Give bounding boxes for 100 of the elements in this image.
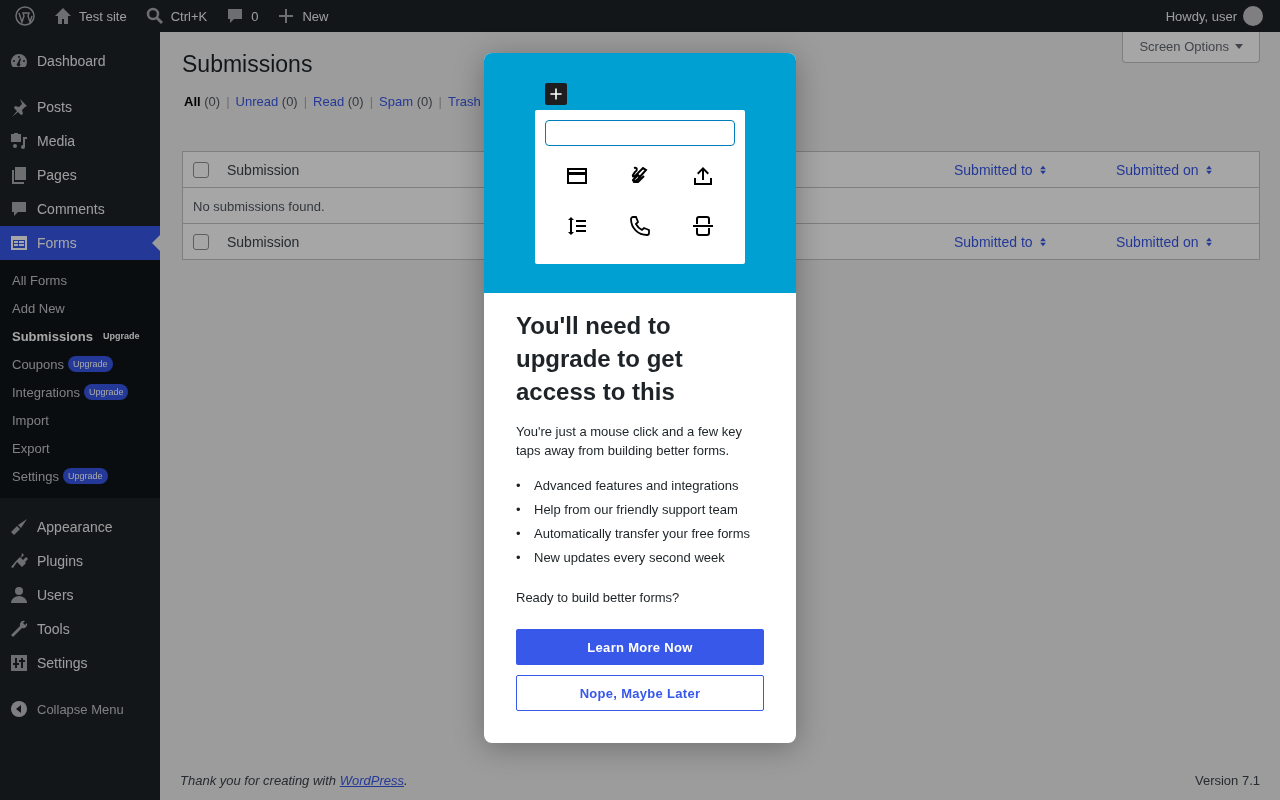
menu-label: Appearance <box>37 519 113 535</box>
submenu-item[interactable]: Settings Upgrade <box>0 462 160 490</box>
menu-item[interactable]: Pages <box>0 158 160 192</box>
submenu-label: All Forms <box>12 272 67 288</box>
menu-item[interactable]: Tools <box>0 612 160 646</box>
upgrade-badge: Upgrade <box>63 468 108 484</box>
menu-item[interactable]: Comments <box>0 192 160 226</box>
menu-item[interactable]: Users <box>0 578 160 612</box>
learn-more-button[interactable]: Learn More Now <box>516 629 764 665</box>
filter-count: (0) <box>347 94 364 109</box>
avatar-icon[interactable] <box>1243 6 1263 26</box>
upgrade-badge: Upgrade <box>83 384 129 400</box>
user-icon <box>9 585 29 605</box>
search-icon <box>144 6 165 26</box>
menu-label: Plugins <box>37 553 83 569</box>
page-title: Submissions <box>182 51 314 78</box>
submenu-label: Settings <box>12 468 59 484</box>
submenu-item[interactable]: Add New <box>0 294 160 322</box>
wordpress-link[interactable]: WordPress <box>339 773 404 788</box>
collapse-icon <box>9 699 29 719</box>
version-text: Version 7.1 <box>1194 773 1260 788</box>
menu-item[interactable]: Appearance <box>0 510 160 544</box>
submenu-item[interactable]: Import <box>0 406 160 434</box>
menu-label: Posts <box>37 99 72 115</box>
paintbrush-icon <box>9 517 29 537</box>
filter-count: (0) <box>204 94 221 109</box>
comment-icon <box>9 199 29 219</box>
upgrade-badge: Upgrade <box>68 356 113 372</box>
submenu-item[interactable]: Coupons Upgrade <box>0 350 160 378</box>
column-heading: Submission <box>227 233 300 250</box>
form-icon <box>9 233 29 253</box>
column-sort-link[interactable]: Submitted on <box>1116 233 1214 250</box>
menu-label: Dashboard <box>37 53 106 69</box>
pages-icon <box>9 165 29 185</box>
wordpress-logo-icon <box>15 6 35 26</box>
menu-item[interactable]: Plugins <box>0 544 160 578</box>
screen-options-button[interactable]: Screen Options <box>1122 32 1260 63</box>
menu-label: Media <box>37 133 76 149</box>
separator: | <box>303 94 308 109</box>
filter-link[interactable]: Read <box>313 94 345 109</box>
menu-item[interactable]: Media <box>0 124 160 158</box>
submenu-label: Integrations <box>12 384 80 400</box>
greeting[interactable]: Howdy, user <box>1165 8 1237 24</box>
dialog-text: You're just a mouse click and a few key taps away from building better forms. <box>516 423 743 460</box>
submenu-item[interactable]: Export <box>0 434 160 462</box>
menu-label: Pages <box>37 167 77 183</box>
feature-item: New updates every second week <box>534 549 725 567</box>
menu-label: Users <box>37 587 74 603</box>
collapse-menu[interactable]: Collapse Menu <box>37 701 124 717</box>
comment-count[interactable]: 0 <box>251 8 259 24</box>
bullet-marker: • <box>516 502 521 517</box>
menu-item[interactable]: Forms <box>0 226 160 260</box>
menu-item[interactable]: Dashboard <box>0 44 160 78</box>
pin-icon <box>9 97 29 117</box>
submenu-item[interactable]: All Forms <box>0 266 160 294</box>
phone-icon <box>628 214 652 238</box>
empty-message: No submissions found. <box>193 198 325 214</box>
menu-label: Settings <box>37 655 88 671</box>
sliders-icon <box>9 653 29 673</box>
home-icon <box>53 6 73 26</box>
menu-item[interactable]: Posts <box>0 90 160 124</box>
menu-item[interactable]: Settings <box>0 646 160 680</box>
filter-link[interactable]: Trash <box>447 94 481 109</box>
menu-label: Comments <box>37 201 105 217</box>
filter-count: (0) <box>281 94 298 109</box>
submenu-label: Export <box>12 440 50 456</box>
filter-link[interactable]: Unread <box>235 94 279 109</box>
feature-item: Help from our friendly support team <box>534 501 738 519</box>
footer-text: Thank you for creating with WordPress. <box>180 773 408 788</box>
feature-item: Advanced features and integrations <box>534 477 739 495</box>
menu-label: Tools <box>37 621 70 637</box>
filter-link[interactable]: Spam <box>379 94 414 109</box>
wrench-icon <box>9 619 29 639</box>
column-sort-link[interactable]: Submitted on <box>1116 161 1214 178</box>
submenu-label: Add New <box>12 300 65 316</box>
bullet-marker: • <box>516 550 521 565</box>
select-all-checkbox[interactable] <box>193 234 209 251</box>
maybe-later-button[interactable]: Nope, Maybe Later <box>516 675 764 711</box>
bullet-marker: • <box>516 478 521 493</box>
submenu-label: Coupons <box>12 356 65 372</box>
site-name[interactable]: Test site <box>79 8 127 24</box>
new-link[interactable]: New <box>302 8 329 24</box>
filter-link[interactable]: All <box>184 94 201 109</box>
captcha-icon <box>691 214 716 238</box>
column-sort-link[interactable]: Submitted to <box>954 161 1048 178</box>
search-shortcut[interactable]: Ctrl+K <box>170 8 208 24</box>
upgrade-label: Upgrade <box>101 330 141 343</box>
submenu-label: Import <box>12 412 49 428</box>
column-heading: Submission <box>227 161 300 178</box>
menu-label: Forms <box>37 235 77 251</box>
feature-item: Automatically transfer your free forms <box>534 525 751 543</box>
submenu-item[interactable]: Integrations Upgrade <box>0 378 160 406</box>
column-sort-link[interactable]: Submitted to <box>954 233 1048 250</box>
dialog-question: Ready to build better forms? <box>516 589 681 607</box>
select-all-checkbox[interactable] <box>193 162 209 179</box>
separator: | <box>438 94 442 109</box>
separator: | <box>226 94 230 109</box>
media-icon <box>9 131 29 151</box>
dialog-heading: You'll need to upgrade to get access to this <box>516 311 684 407</box>
submenu-item[interactable]: Submissions Upgrade <box>0 322 160 350</box>
